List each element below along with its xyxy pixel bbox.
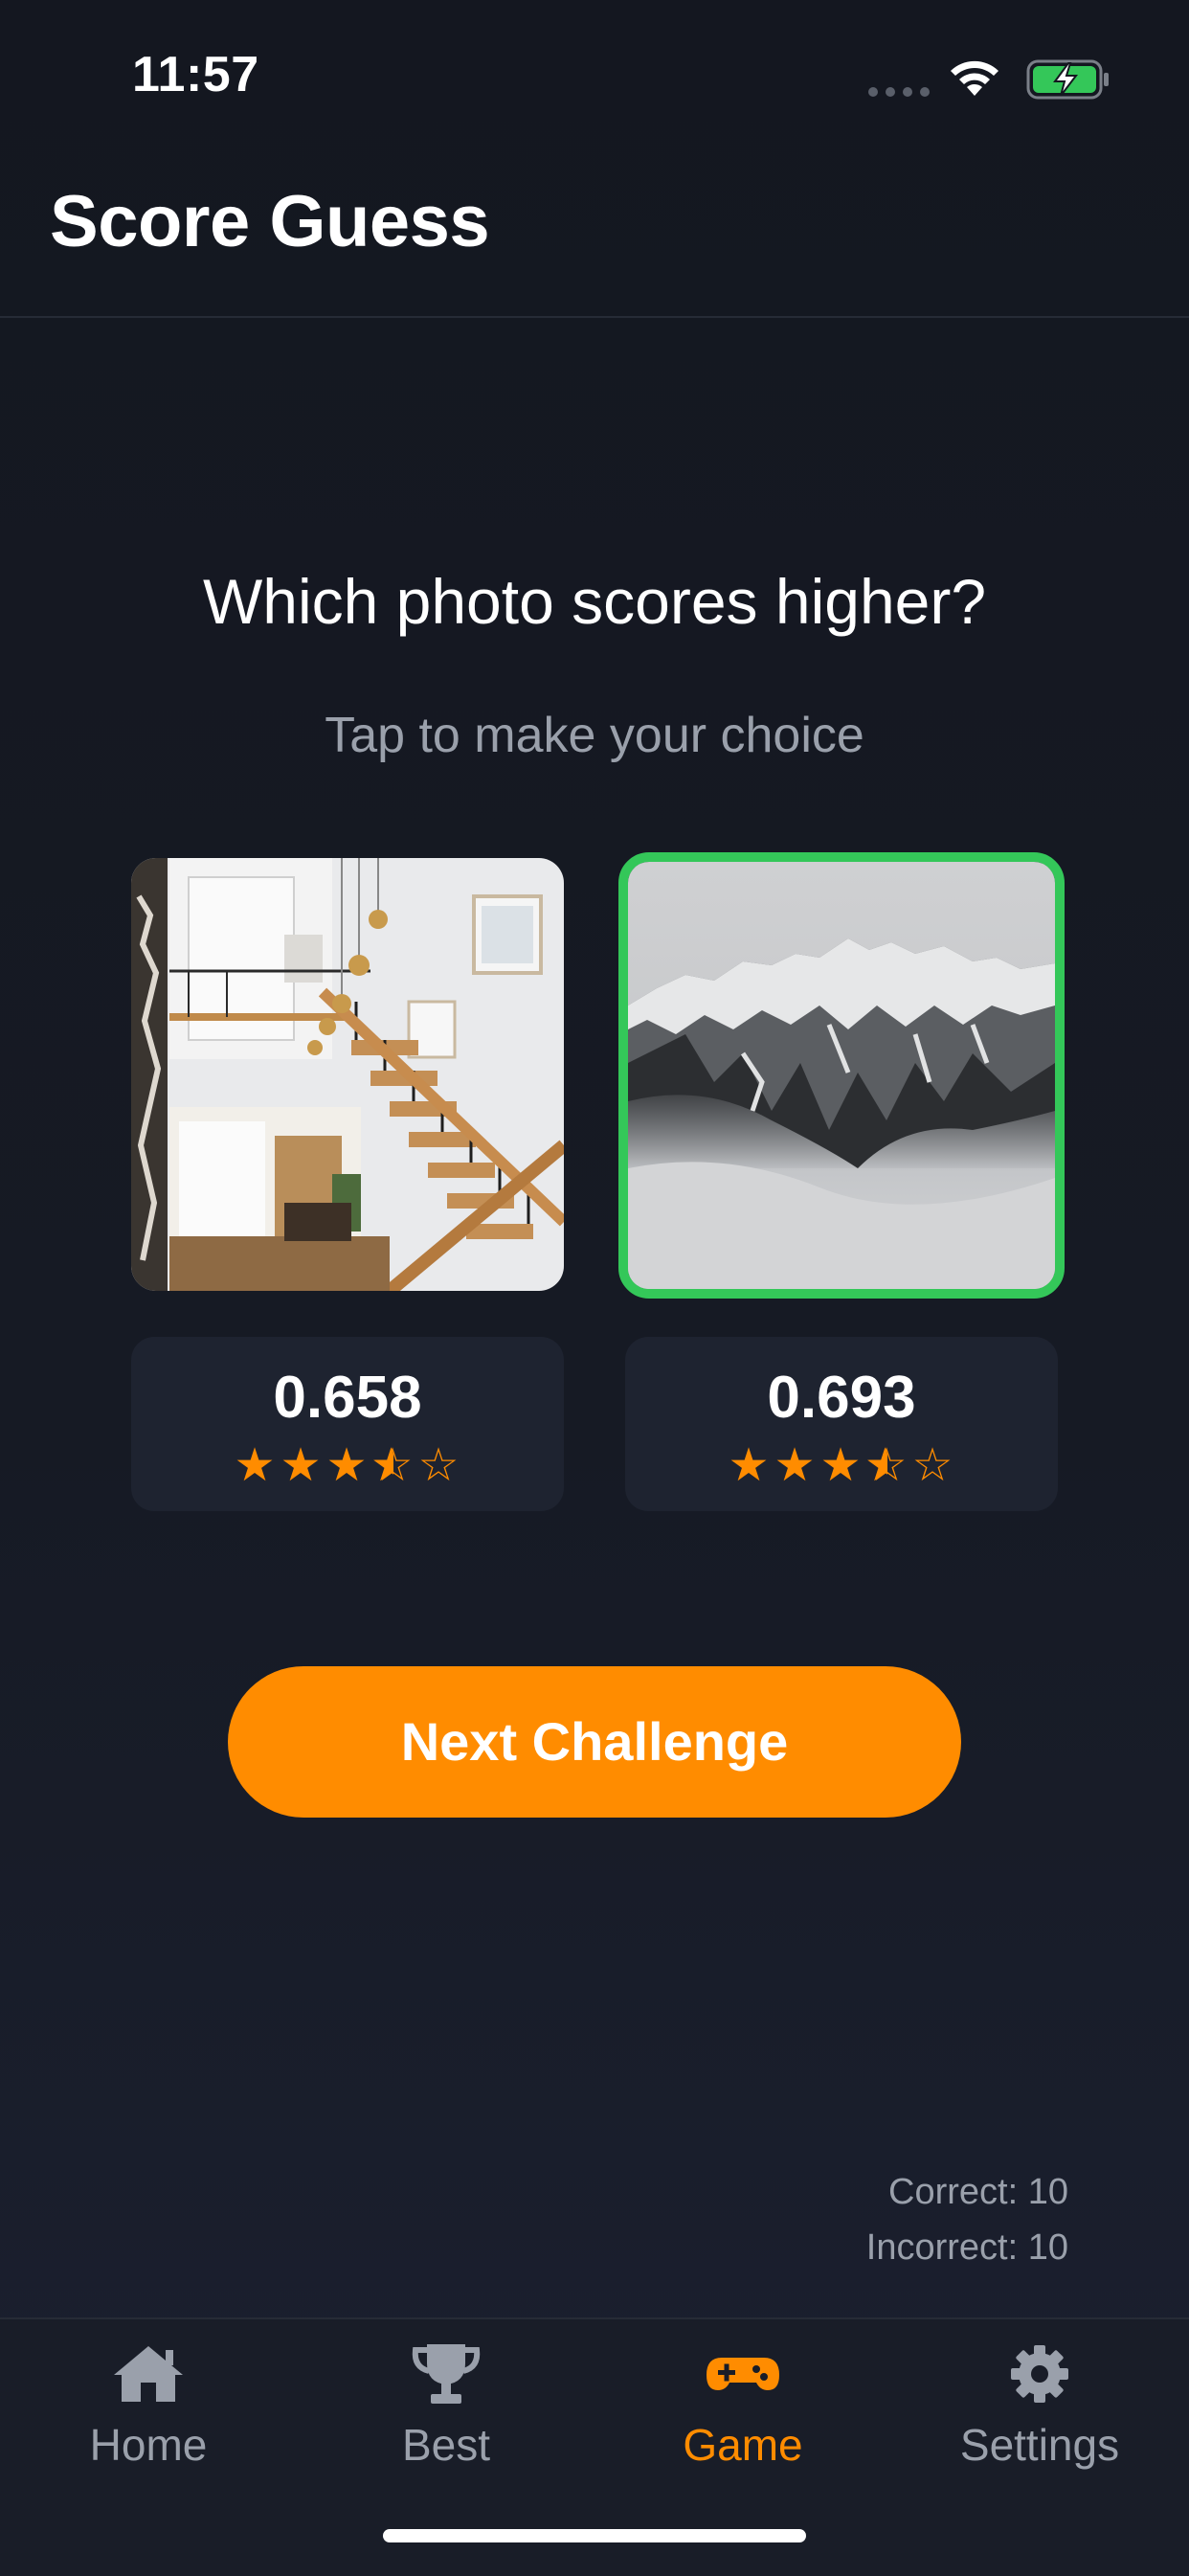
star-rating: ★★★☆ ★ ☆ bbox=[625, 1442, 1058, 1488]
battery-charging-icon bbox=[1026, 59, 1109, 100]
tab-label: Home bbox=[89, 2420, 208, 2470]
status-bar: 11:57 bbox=[0, 0, 1189, 153]
tab-game[interactable]: Game bbox=[594, 2340, 891, 2471]
navigation-bar: Score Guess bbox=[0, 153, 1189, 318]
star-filled-icon: ★ bbox=[819, 1438, 864, 1492]
star-filled-icon: ★ bbox=[234, 1438, 278, 1492]
star-empty-icon: ☆ bbox=[911, 1438, 955, 1492]
tab-home[interactable]: Home bbox=[0, 2340, 297, 2471]
mountain-photo bbox=[628, 862, 1055, 1289]
correct-count: Correct: 10 bbox=[888, 2172, 1068, 2212]
wifi-icon bbox=[951, 60, 998, 96]
score-card-left: 0.658 ★★★☆ ★ ☆ bbox=[131, 1337, 564, 1511]
tab-label: Game bbox=[683, 2420, 803, 2470]
star-half-icon: ☆ ★ bbox=[864, 1438, 909, 1492]
incorrect-count: Incorrect: 10 bbox=[865, 2227, 1068, 2268]
instruction-text: Tap to make your choice bbox=[325, 708, 864, 763]
score-value: 0.693 bbox=[767, 1365, 916, 1431]
house-icon bbox=[114, 2346, 183, 2402]
star-filled-icon: ★ bbox=[728, 1438, 772, 1492]
photo-option-left[interactable] bbox=[131, 858, 564, 1291]
gear-icon bbox=[1011, 2345, 1068, 2403]
star-filled-icon: ★ bbox=[280, 1438, 324, 1492]
gamepad-icon bbox=[707, 2358, 779, 2390]
star-empty-icon: ☆ bbox=[417, 1438, 461, 1492]
score-card-right: 0.693 ★★★☆ ★ ☆ bbox=[625, 1337, 1058, 1511]
score-value: 0.658 bbox=[273, 1365, 422, 1431]
photo-option-right[interactable] bbox=[618, 852, 1065, 1299]
next-challenge-button[interactable]: Next Challenge bbox=[228, 1666, 961, 1818]
page-title: Score Guess bbox=[50, 181, 490, 262]
home-indicator[interactable] bbox=[383, 2529, 806, 2542]
staircase-photo bbox=[131, 858, 564, 1291]
signal-dots-icon bbox=[868, 87, 930, 97]
status-time: 11:57 bbox=[132, 47, 259, 102]
trophy-icon bbox=[412, 2344, 481, 2404]
star-filled-icon: ★ bbox=[325, 1438, 370, 1492]
tab-best[interactable]: Best bbox=[298, 2340, 594, 2471]
tab-label: Best bbox=[401, 2420, 491, 2470]
question-heading: Which photo scores higher? bbox=[202, 566, 987, 637]
star-half-icon: ☆ ★ bbox=[370, 1438, 415, 1492]
game-screen: 11:57 Score Guess Which photo scores hig… bbox=[0, 0, 1189, 2576]
tab-label: Settings bbox=[959, 2420, 1120, 2470]
star-filled-icon: ★ bbox=[774, 1438, 818, 1492]
star-rating: ★★★☆ ★ ☆ bbox=[131, 1442, 564, 1488]
tab-settings[interactable]: Settings bbox=[891, 2340, 1188, 2471]
